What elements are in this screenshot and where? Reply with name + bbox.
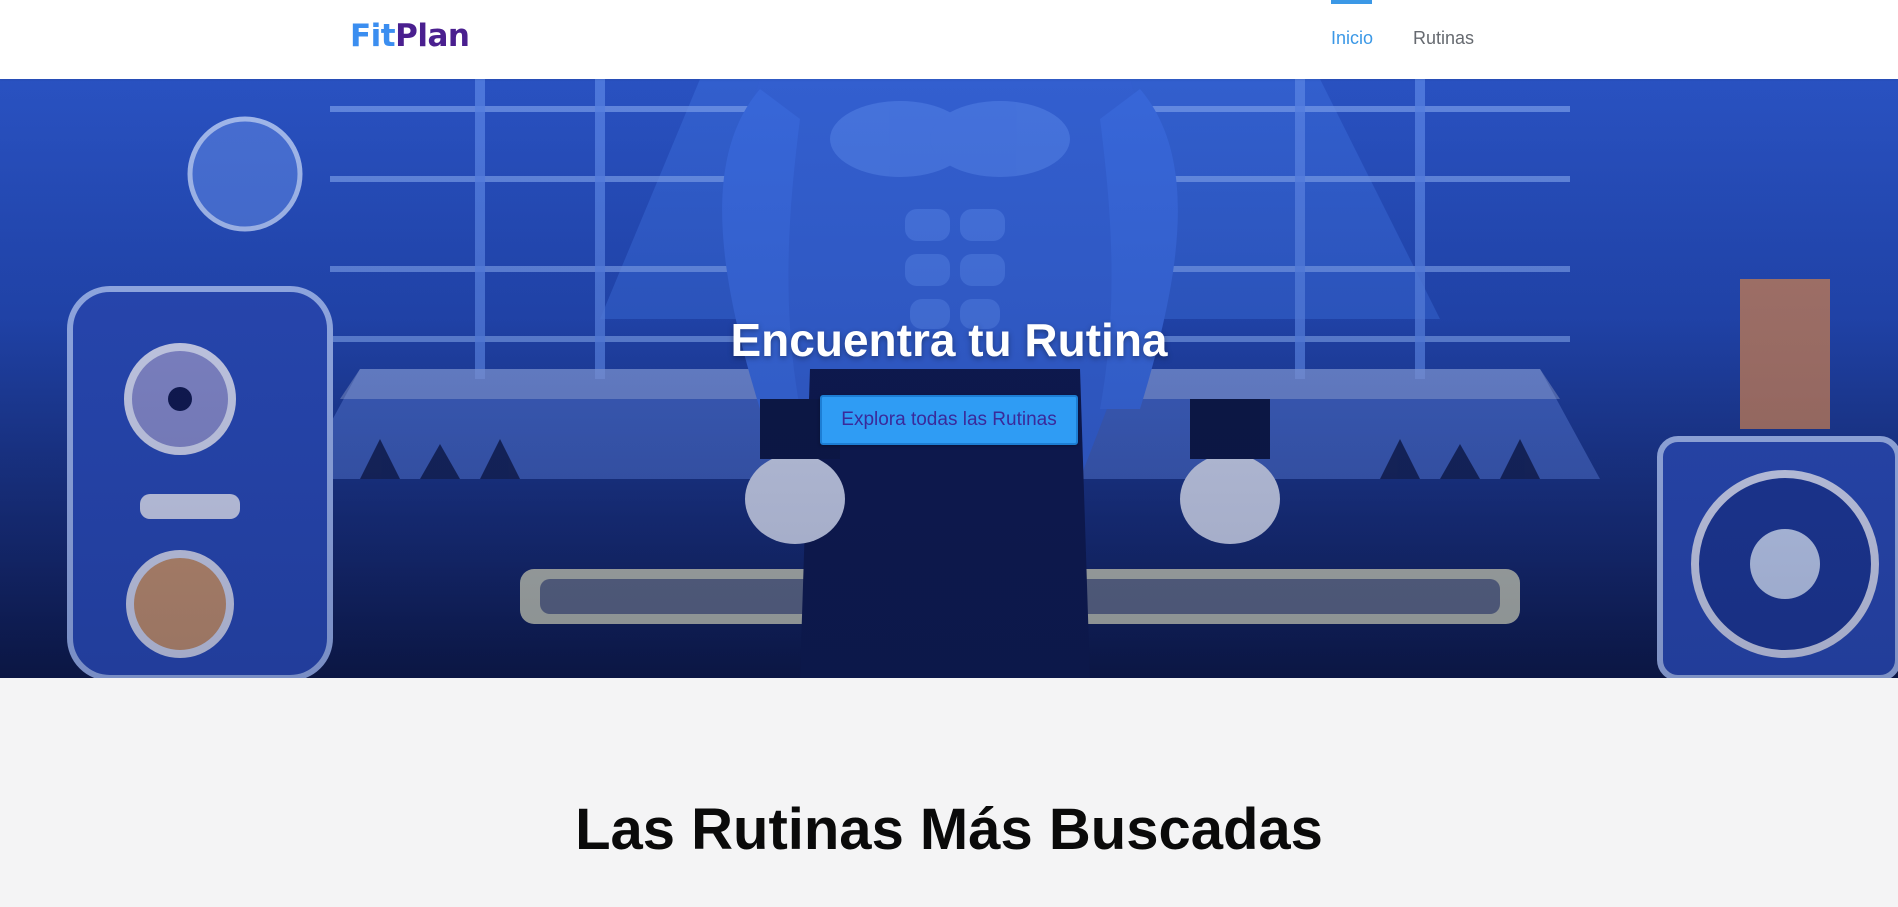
explore-routines-button[interactable]: Explora todas las Rutinas <box>820 395 1078 445</box>
brand-logo-part-fit: Fit <box>350 18 396 54</box>
nav-link-rutinas[interactable]: Rutinas <box>1413 28 1474 49</box>
active-nav-indicator <box>1331 0 1372 4</box>
hero-overlay <box>0 79 1898 678</box>
section-title: Las Rutinas Más Buscadas <box>575 797 1323 862</box>
hero-title: Encuentra tu Rutina <box>730 314 1168 366</box>
popular-routines-section: Las Rutinas Más Buscadas <box>0 678 1898 907</box>
hero-banner: Encuentra tu Rutina Explora todas las Ru… <box>0 79 1898 678</box>
brand-logo[interactable]: FitPlan <box>350 18 470 54</box>
brand-logo-part-plan: Plan <box>395 18 470 54</box>
top-navbar: FitPlan Inicio Rutinas <box>0 0 1898 79</box>
nav-link-inicio[interactable]: Inicio <box>1331 28 1373 49</box>
